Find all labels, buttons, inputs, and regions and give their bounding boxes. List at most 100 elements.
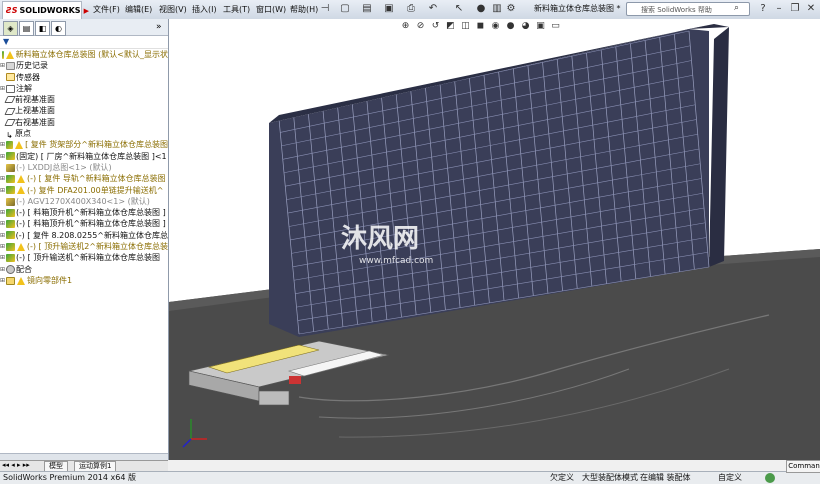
zoom-to-fit-icon[interactable]: ⊕ <box>400 21 411 32</box>
menu-view[interactable]: 视图(V) <box>159 3 187 16</box>
sensor-icon <box>6 73 15 82</box>
menu-tools[interactable]: 工具(T) <box>223 3 250 16</box>
tree-item[interactable]: ⊞ 配合 <box>0 264 168 275</box>
expand-plus-icon[interactable]: ⊞ <box>0 230 5 241</box>
zoom-area-icon[interactable]: ⊘ <box>415 21 426 32</box>
menu-file[interactable]: 文件(F) <box>93 3 120 16</box>
tree-item-label: (-) [ 复件 导轨^新料箱立体仓库总装图 <box>27 174 166 184</box>
appearance-tab-icon[interactable]: ◐ <box>51 21 66 36</box>
menu-insert[interactable]: 插入(I) <box>192 3 217 16</box>
view-orientation-icon[interactable]: ◫ <box>460 21 471 32</box>
tree-item[interactable]: (-) LXDDJ总图<1> (默认) <box>0 162 168 173</box>
status-indicator-icon[interactable] <box>765 473 775 483</box>
tree-item-label: 传感器 <box>16 72 40 82</box>
restore-icon[interactable]: ❐ <box>788 2 802 16</box>
tree-item[interactable]: ⊞ (-) [ 料箱顶升机^新料箱立体仓库总装图 ] <box>0 207 168 218</box>
display-style-icon[interactable]: ◼ <box>475 21 486 32</box>
tree-item[interactable]: ↳ 原点 <box>0 128 168 140</box>
options-icon[interactable]: ⚙ <box>504 2 518 16</box>
tree-item[interactable]: ⊞ 历史记录 <box>0 60 168 71</box>
app-version: SolidWorks Premium 2014 x64 版 <box>3 473 136 482</box>
assembly-icon <box>6 231 15 240</box>
watermark-text: 沐风网 <box>341 224 419 254</box>
configuration-tab-icon[interactable]: ◧ <box>35 21 50 36</box>
close-icon[interactable]: ✕ <box>804 2 818 16</box>
tree-filter[interactable]: ▼ <box>0 36 168 49</box>
tree-item[interactable]: 新料箱立体仓库总装图 (默认<默认_显示状 <box>0 49 168 60</box>
menu-edit[interactable]: 编辑(E) <box>125 3 152 16</box>
magnifier-icon[interactable]: ⌕ <box>734 3 739 13</box>
save-icon[interactable]: ▣ <box>382 2 396 16</box>
hide-show-icon[interactable]: ◉ <box>490 21 501 32</box>
expand-plus-icon[interactable]: ⊞ <box>0 173 5 184</box>
tree-item[interactable]: ⊞ 注解 <box>0 83 168 94</box>
solidworks-logo[interactable]: ƧS SOLIDWORKS ▶ <box>2 1 89 20</box>
expand-plus-icon[interactable]: ⊞ <box>0 185 5 196</box>
expand-plus-icon[interactable]: ⊞ <box>0 264 5 275</box>
rebuild-icon[interactable]: ● <box>474 2 488 16</box>
expand-plus-icon[interactable]: ⊞ <box>0 139 5 150</box>
app-logo-text: SOLIDWORKS <box>19 6 81 15</box>
minimize-icon[interactable]: – <box>772 2 786 16</box>
warning-icon <box>16 242 25 251</box>
property-manager-tab-icon[interactable]: ▤ <box>19 21 34 36</box>
file-properties-icon[interactable]: ▥ <box>490 2 504 16</box>
tree-item[interactable]: ⊞ (-) 复件 DFA201.00单链提升输送机^ <box>0 185 168 196</box>
print-icon[interactable]: ⎙ <box>404 2 418 16</box>
expand-plus-icon[interactable]: ⊞ <box>0 252 5 263</box>
view-settings-icon[interactable]: ▣ <box>535 21 546 32</box>
new-document-icon[interactable]: ▢ <box>338 2 352 16</box>
expand-plus-icon[interactable]: ⊞ <box>0 151 5 162</box>
tab-nav-icons[interactable]: ◂◂ ◂ ▸ ▸▸ <box>2 461 30 469</box>
help-icon[interactable]: ? <box>756 2 770 16</box>
menu-window[interactable]: 窗口(W) <box>256 3 286 16</box>
help-search-input[interactable]: 搜索 SolidWorks 帮助 <box>626 2 750 16</box>
tree-item[interactable]: ⊞ (-) [ 复件 8.208.0255^新料箱立体仓库总 <box>0 230 168 241</box>
tree-item-label: [ 复件 货架部分^新料箱立体仓库总装图 <box>25 140 168 150</box>
panel-collapse-button[interactable]: » <box>156 22 162 32</box>
apply-scene-icon[interactable]: ◕ <box>520 21 531 32</box>
display-pane-icon[interactable]: ▭ <box>550 21 561 32</box>
tree-item[interactable]: ⊞ (固定) [ 厂房^新料箱立体仓库总装图 ]<1 <box>0 151 168 162</box>
select-cursor-icon[interactable]: ↖ <box>452 2 466 16</box>
undo-icon[interactable]: ↶ <box>426 2 440 16</box>
tree-item-label: 历史记录 <box>16 61 48 71</box>
pin-icon[interactable]: ⊣ <box>318 2 332 16</box>
warning-icon <box>5 50 14 59</box>
feature-tree-tab-icon[interactable]: ◈ <box>3 21 18 36</box>
tree-item[interactable]: (-) AGV1270X400X340<1> (默认) <box>0 196 168 207</box>
assembly-icon <box>6 152 15 161</box>
command-manager-tab[interactable]: Comman <box>786 460 820 473</box>
plane-icon <box>4 107 16 115</box>
expand-plus-icon[interactable]: ⊞ <box>0 207 5 218</box>
tree-item-label: 原点 <box>15 129 31 139</box>
ds-logo-icon: ƧS <box>6 6 18 15</box>
expand-plus-icon[interactable]: ⊞ <box>0 218 5 229</box>
tree-item[interactable]: ⊞ (-) [ 料箱顶升机^新料箱立体仓库总装图 ] <box>0 218 168 229</box>
status-custom[interactable]: 自定义 <box>718 472 742 483</box>
tree-item[interactable]: 右视基准面 <box>0 117 168 128</box>
tree-item[interactable]: ⊞ (-) [ 顶升输送机2^新料箱立体仓库总装 <box>0 241 168 252</box>
expand-plus-icon[interactable]: ⊞ <box>0 241 5 252</box>
origin-icon: ↳ <box>6 130 13 140</box>
expand-plus-icon[interactable]: ⊞ <box>0 83 5 94</box>
edit-appearance-icon[interactable]: ● <box>505 21 516 32</box>
tree-item[interactable]: ⊞ (-) [ 复件 导轨^新料箱立体仓库总装图 <box>0 173 168 184</box>
tree-item[interactable]: ⊞ 镜向零部件1 <box>0 275 168 286</box>
tree-item-label: 镜向零部件1 <box>27 275 73 285</box>
open-folder-icon[interactable]: ▤ <box>360 2 374 16</box>
assembly-3d-view[interactable]: 沐风网 www.mfcad.com <box>169 19 820 460</box>
tree-item[interactable]: ⊞ (-) [ 顶升输送机^新料箱立体仓库总装图 <box>0 252 168 263</box>
graphics-viewport[interactable]: 沐风网 www.mfcad.com <box>169 19 820 460</box>
section-view-icon[interactable]: ◩ <box>445 21 456 32</box>
tree-item[interactable]: 前视基准面 <box>0 94 168 105</box>
tree-item[interactable]: ⊞ [ 复件 货架部分^新料箱立体仓库总装图 <box>0 139 168 150</box>
expand-plus-icon[interactable]: ⊞ <box>0 60 5 71</box>
tree-item[interactable]: 上视基准面 <box>0 105 168 116</box>
menu-help[interactable]: 帮助(H) <box>290 3 318 16</box>
tree-item[interactable]: 传感器 <box>0 72 168 83</box>
expand-plus-icon[interactable]: ⊞ <box>0 275 5 286</box>
status-editing: 在编辑 装配体 <box>640 473 691 482</box>
tree-item-label: (-) LXDDJ总图<1> (默认) <box>16 162 112 172</box>
previous-view-icon[interactable]: ↺ <box>430 21 441 32</box>
